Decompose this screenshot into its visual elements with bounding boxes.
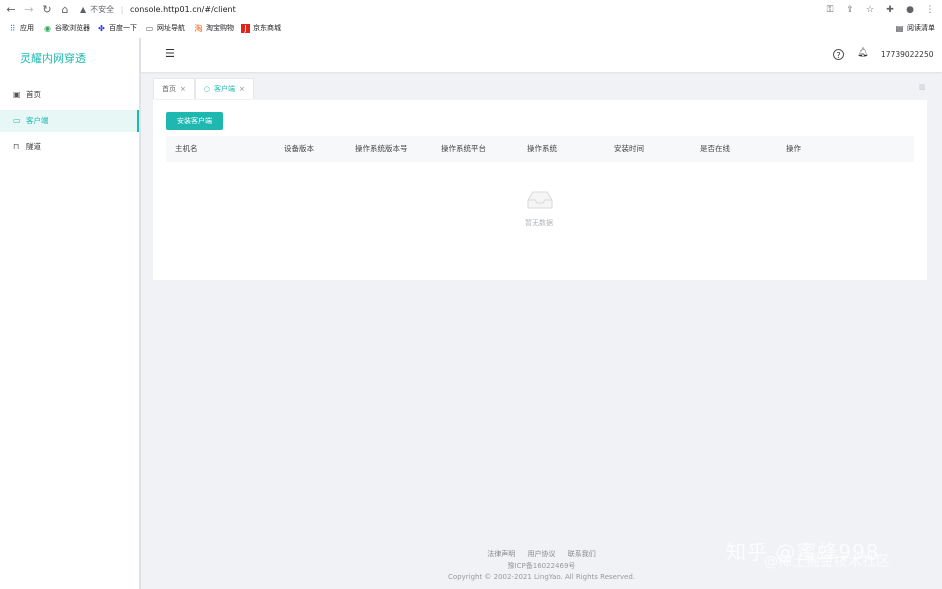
bookmark-taobao[interactable]: 淘淘宝购物 — [194, 22, 235, 35]
install-client-button[interactable]: 安装客户端 — [166, 112, 223, 130]
brand-logo[interactable]: 灵耀内网穿透 — [20, 50, 86, 66]
sidebar-item-home[interactable]: ▣ 首页 — [0, 84, 139, 106]
star-icon[interactable]: ☆ — [864, 3, 876, 17]
sidebar-item-tunnel[interactable]: ⊓ 隧道 — [0, 136, 139, 158]
bookmark-baidu[interactable]: ✤ 百度一下 — [97, 22, 137, 35]
footer-copyright: Copyright © 2002-2021 LingYao. All Right… — [448, 573, 635, 581]
back-icon[interactable]: ← — [4, 3, 18, 17]
column-header: 安装时间 — [614, 144, 644, 153]
user-phone[interactable]: 17739022250 — [881, 50, 934, 59]
help-icon[interactable]: ? — [833, 49, 844, 60]
bookmark-chrome[interactable]: ◉ 谷歌浏览器 — [43, 22, 90, 35]
footer-link-contact[interactable]: 联系我们 — [568, 550, 596, 558]
reading-list-icon: ▤ — [895, 24, 904, 33]
security-label: 不安全 — [90, 5, 115, 14]
empty-inbox-icon — [527, 191, 553, 209]
footer-link-legal[interactable]: 法律声明 — [487, 550, 515, 558]
taobao-icon: 淘 — [194, 24, 203, 33]
column-header: 操作 — [786, 144, 801, 153]
address-bar[interactable]: ▲ 不安全 | console.http01.cn/#/client — [80, 3, 830, 17]
chrome-icon: ◉ — [44, 24, 51, 33]
key-icon[interactable]: ⚿ — [824, 3, 836, 17]
column-header: 操作系统版本号 — [355, 144, 408, 153]
column-header: 操作系统 — [527, 144, 557, 153]
sidebar-item-client[interactable]: ▭ 客户端 — [0, 110, 139, 132]
bookmark-apps[interactable]: ⠿ 应用 — [8, 22, 34, 35]
more-icon[interactable]: ⋮ — [924, 3, 936, 17]
tab-home[interactable]: 首页 × — [153, 78, 195, 99]
empty-text: 暂无数据 — [525, 219, 553, 227]
table-header: 主机名 设备版本 操作系统版本号 操作系统平台 操作系统 安装时间 是否在线 操… — [166, 136, 914, 162]
extensions-icon[interactable]: ✚ — [884, 3, 896, 17]
apps-icon: ⠿ — [9, 24, 16, 33]
reading-list[interactable]: ▤ 阅读清单 — [895, 22, 935, 35]
forward-icon[interactable]: → — [22, 3, 36, 17]
column-header: 操作系统平台 — [441, 144, 486, 153]
topbar: ☰ ? 🔔︎ 17739022250 — [141, 38, 942, 72]
column-header: 设备版本 — [284, 144, 314, 153]
column-header: 是否在线 — [700, 144, 730, 153]
refresh-icon: ○ — [203, 85, 210, 93]
menu-toggle-icon[interactable]: ☰ — [165, 48, 177, 60]
close-icon[interactable]: × — [180, 85, 186, 93]
share-icon[interactable]: ⇪ — [844, 3, 856, 17]
tunnel-icon: ⊓ — [13, 142, 20, 151]
jd-icon: J — [241, 24, 250, 33]
bookmark-nav[interactable]: ▭ 网址导航 — [145, 22, 185, 35]
url-text: console.http01.cn/#/client — [129, 5, 236, 14]
browser-actions: ⚿ ⇪ ☆ ✚ ● ⋮ — [824, 3, 936, 17]
column-header: 主机名 — [175, 144, 198, 153]
bell-icon[interactable]: 🔔︎ — [857, 48, 868, 58]
bookmark-jd[interactable]: J 京东商城 — [241, 22, 281, 35]
tab-bar: 首页 × ○ 客户端 × — [153, 78, 254, 99]
address-row: ← → ↻ ⌂ ▲ 不安全 | console.http01.cn/#/clien… — [0, 0, 942, 20]
lock-icon[interactable]: ▥ — [919, 83, 927, 91]
bookmarks-bar: ⠿ 应用 ◉ 谷歌浏览器 ✤ 百度一下 ▭ 网址导航 淘淘宝购物 J 京东商城 ▤ 阅读清单 — [0, 20, 942, 37]
monitor-icon: ▭ — [13, 116, 21, 125]
nav-icon: ▭ — [145, 24, 154, 33]
baidu-icon: ✤ — [98, 24, 105, 33]
browser-chrome: ← → ↻ ⌂ ▲ 不安全 | console.http01.cn/#/clien… — [0, 0, 942, 39]
footer-link-terms[interactable]: 用户协议 — [528, 550, 556, 558]
home-icon: ▣ — [13, 90, 21, 99]
tab-client[interactable]: ○ 客户端 × — [194, 78, 254, 99]
reload-icon[interactable]: ↻ — [40, 3, 54, 17]
home-browser-icon[interactable]: ⌂ — [58, 3, 72, 17]
watermark-juejin: @稀土掘金技术社区 — [764, 554, 890, 570]
warning-icon: ▲ — [80, 5, 87, 14]
profile-icon[interactable]: ● — [904, 3, 916, 17]
close-icon[interactable]: × — [239, 85, 245, 93]
